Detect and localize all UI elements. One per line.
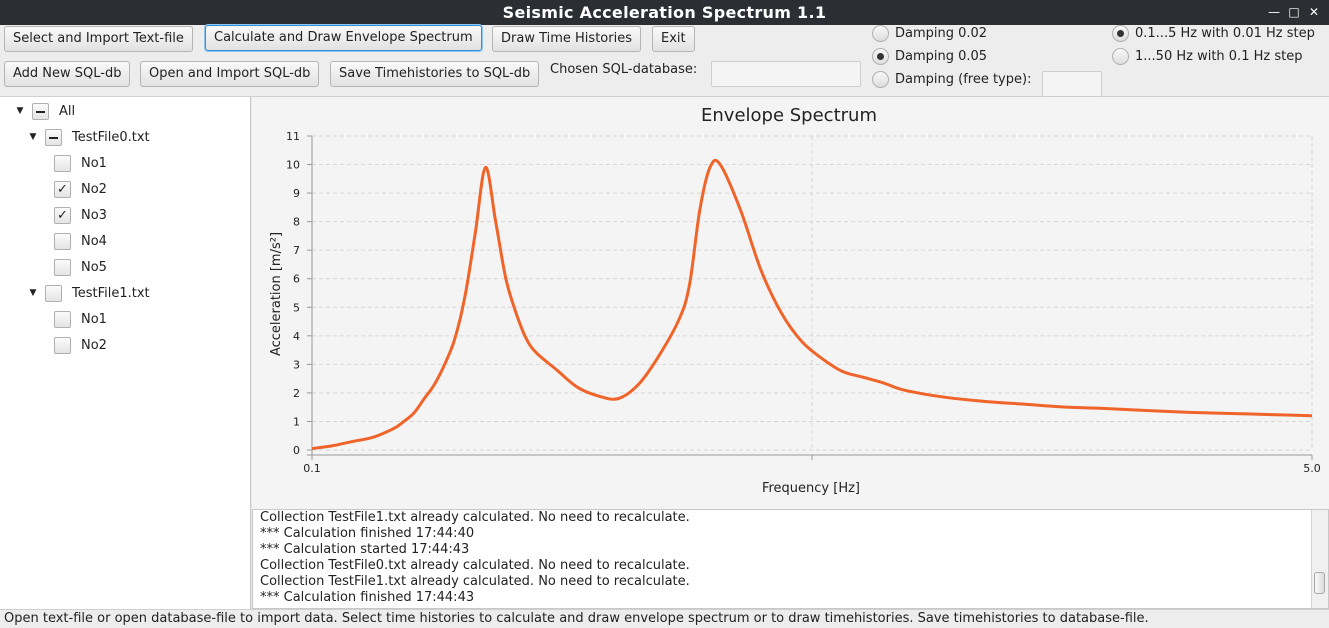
radio-indicator: [872, 48, 889, 65]
tree-node-all[interactable]: ▼ All: [14, 100, 75, 122]
toolbar: Select and Import Text-file Calculate an…: [0, 25, 1329, 97]
tree-item-file0-no3[interactable]: ✓ No3: [54, 204, 107, 226]
file-tree: ▼ All ▼ TestFile0.txt No1 ✓ No2 ✓ No3 No…: [0, 97, 251, 609]
damping-free-label: Damping (free type):: [895, 72, 1032, 87]
y-tick-label: 2: [293, 387, 300, 400]
tree-label: TestFile0.txt: [72, 129, 150, 145]
tree-node-file0[interactable]: ▼ TestFile0.txt: [27, 126, 150, 148]
tree-node-file1[interactable]: ▼ TestFile1.txt: [27, 282, 150, 304]
radio-indicator: [872, 71, 889, 88]
tree-label: No2: [81, 337, 107, 353]
radio-indicator: [1112, 48, 1129, 65]
log-scrollbar[interactable]: [1311, 510, 1328, 608]
tree-checkbox[interactable]: [54, 336, 71, 354]
tree-item-file0-no1[interactable]: No1: [54, 152, 107, 174]
y-tick-label: 1: [293, 415, 300, 428]
chart-panel: Envelope Spectrum Frequency [Hz] Acceler…: [252, 97, 1329, 509]
damping-002-label: Damping 0.02: [895, 26, 988, 41]
log-line: *** Calculation finished 17:44:40: [260, 526, 475, 541]
y-tick-label: 6: [293, 273, 300, 286]
x-tick-label: 5.0: [1303, 462, 1321, 475]
tree-checkbox[interactable]: [54, 232, 71, 250]
select-import-button[interactable]: Select and Import Text-file: [4, 26, 193, 52]
log-line: *** Calculation finished 17:44:43: [260, 590, 475, 605]
damping-002-radio[interactable]: Damping 0.02: [872, 25, 987, 42]
y-tick-label: 9: [293, 187, 300, 200]
y-tick-label: 10: [286, 159, 300, 172]
maximize-icon[interactable]: □: [1286, 4, 1302, 20]
y-tick-label: 8: [293, 216, 300, 229]
y-tick-label: 3: [293, 358, 300, 371]
tree-checkbox[interactable]: [54, 258, 71, 276]
tree-checkbox[interactable]: [45, 128, 62, 146]
open-import-sql-button[interactable]: Open and Import SQL-db: [140, 61, 320, 87]
tree-label: TestFile1.txt: [72, 285, 150, 301]
expand-arrow-icon[interactable]: ▼: [27, 132, 39, 142]
freq-range-1-radio[interactable]: 0.1...5 Hz with 0.01 Hz step: [1112, 25, 1315, 42]
tree-checkbox[interactable]: [54, 154, 71, 172]
calculate-draw-button[interactable]: Calculate and Draw Envelope Spectrum: [205, 25, 482, 51]
window-title: Seismic Acceleration Spectrum 1.1: [502, 3, 827, 22]
tree-checkbox[interactable]: [45, 284, 62, 302]
tree-checkbox[interactable]: [32, 102, 49, 120]
log-line: Collection TestFile1.txt already calcula…: [260, 510, 690, 525]
envelope-spectrum-chart: Envelope Spectrum Frequency [Hz] Acceler…: [269, 105, 1321, 496]
tree-checkbox[interactable]: ✓: [54, 206, 71, 224]
add-sql-db-button[interactable]: Add New SQL-db: [4, 61, 131, 87]
tree-label: No3: [81, 207, 107, 223]
radio-indicator: [1112, 25, 1129, 42]
radio-indicator: [872, 25, 889, 42]
exit-button[interactable]: Exit: [652, 26, 695, 52]
close-icon[interactable]: ✕: [1306, 4, 1322, 20]
x-tick-label: 0.1: [303, 462, 321, 475]
y-tick-label: 11: [286, 130, 300, 143]
chosen-db-label: Chosen SQL-database:: [550, 62, 698, 77]
y-tick-label: 0: [293, 444, 300, 457]
y-tick-label: 5: [293, 301, 300, 314]
tree-item-file1-no1[interactable]: No1: [54, 308, 107, 330]
tree-label: No5: [81, 259, 107, 275]
freq-range-2-radio[interactable]: 1...50 Hz with 0.1 Hz step: [1112, 48, 1302, 65]
chart-title: Envelope Spectrum: [701, 105, 877, 126]
chosen-db-field[interactable]: [711, 61, 861, 87]
draw-time-histories-button[interactable]: Draw Time Histories: [492, 26, 641, 52]
status-bar: Open text-file or open database-file to …: [0, 609, 1329, 628]
tree-label: No1: [81, 311, 107, 327]
minimize-icon[interactable]: —: [1266, 4, 1282, 20]
tree-checkbox[interactable]: [54, 310, 71, 328]
tree-item-file1-no2[interactable]: No2: [54, 334, 107, 356]
tree-label: All: [59, 103, 76, 119]
save-sql-button[interactable]: Save Timehistories to SQL-db: [330, 61, 540, 87]
log-line: *** Calculation started 17:44:43: [260, 542, 470, 557]
tree-item-file0-no4[interactable]: No4: [54, 230, 107, 252]
status-text: Open text-file or open database-file to …: [4, 611, 1149, 626]
y-axis-label: Acceleration [m/s²]: [269, 232, 284, 356]
damping-005-label: Damping 0.05: [895, 49, 988, 64]
damping-free-field[interactable]: [1042, 71, 1102, 97]
tree-item-file0-no5[interactable]: No5: [54, 256, 107, 278]
tree-label: No2: [81, 181, 107, 197]
y-tick-label: 4: [293, 330, 300, 343]
tree-item-file0-no2[interactable]: ✓ No2: [54, 178, 107, 200]
log-line: Collection TestFile1.txt already calcula…: [260, 574, 690, 589]
expand-arrow-icon[interactable]: ▼: [27, 288, 39, 298]
tree-checkbox[interactable]: ✓: [54, 180, 71, 198]
log-line: Collection TestFile0.txt already calcula…: [260, 558, 690, 573]
damping-free-radio[interactable]: Damping (free type):: [872, 71, 1031, 88]
scroll-thumb[interactable]: [1314, 572, 1325, 594]
tree-label: No4: [81, 233, 107, 249]
y-tick-label: 7: [293, 244, 300, 257]
x-axis-label: Frequency [Hz]: [762, 481, 860, 496]
freq-range-1-label: 0.1...5 Hz with 0.01 Hz step: [1135, 26, 1315, 41]
log-output[interactable]: Collection TestFile1.txt already calcula…: [252, 509, 1329, 609]
freq-range-2-label: 1...50 Hz with 0.1 Hz step: [1135, 49, 1303, 64]
title-bar: Seismic Acceleration Spectrum 1.1 — □ ✕: [0, 0, 1329, 25]
tree-label: No1: [81, 155, 107, 171]
damping-005-radio[interactable]: Damping 0.05: [872, 48, 987, 65]
expand-arrow-icon[interactable]: ▼: [14, 106, 26, 116]
